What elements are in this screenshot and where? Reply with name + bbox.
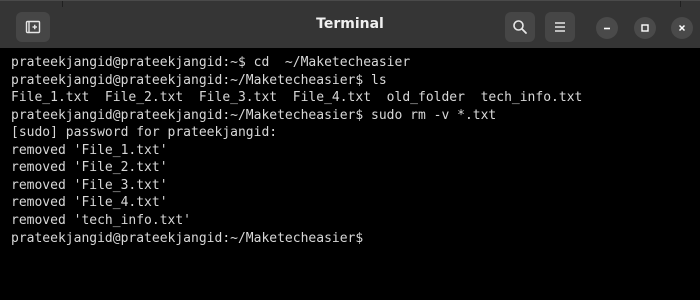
terminal-line: removed 'File_4.txt' — [11, 195, 168, 210]
terminal-line: prateekjangid@prateekjangid:~/Maketechea… — [11, 107, 497, 123]
terminal-prompt-line: prateekjangid@prateekjangid:~/Maketechea… — [11, 229, 700, 247]
search-button[interactable] — [505, 12, 535, 42]
maximize-button[interactable] — [634, 17, 656, 39]
terminal-line: removed 'File_2.txt' — [11, 160, 168, 175]
terminal-line: prateekjangid@prateekjangid:~/Maketechea… — [11, 72, 387, 88]
terminal-line: removed 'tech_info.txt' — [11, 212, 192, 228]
hamburger-menu-icon — [555, 22, 565, 32]
terminal-line: File_1.txt File_2.txt File_3.txt File_4.… — [11, 90, 583, 105]
minimize-button[interactable] — [596, 17, 618, 39]
terminal-line: [sudo] password for prateekjangid: — [11, 125, 278, 140]
menu-button[interactable] — [545, 12, 575, 42]
terminal-prompt: prateekjangid@prateekjangid:~/Maketechea… — [11, 231, 364, 246]
new-tab-button[interactable] — [16, 12, 50, 42]
terminal-line: removed 'File_3.txt' — [11, 177, 168, 193]
titlebar[interactable]: Terminal — [0, 0, 700, 48]
maximize-icon — [641, 24, 649, 32]
window-title: Terminal — [316, 16, 384, 32]
close-icon — [678, 24, 686, 32]
titlebar-divider-left — [62, 1, 63, 7]
terminal-output[interactable]: prateekjangid@prateekjangid:~$ cd ~/Make… — [0, 48, 700, 300]
titlebar-divider-right — [680, 1, 681, 7]
terminal-line: removed 'File_1.txt' — [11, 142, 168, 158]
minimize-icon — [604, 27, 610, 30]
terminal-window: Terminal prateekjangid@prateekjangid:~$ … — [0, 0, 700, 300]
terminal-line: prateekjangid@prateekjangid:~$ cd ~/Make… — [11, 55, 411, 70]
terminal-cursor — [364, 229, 372, 244]
search-icon — [513, 20, 527, 34]
new-tab-icon — [25, 20, 41, 34]
close-button[interactable] — [671, 17, 693, 39]
